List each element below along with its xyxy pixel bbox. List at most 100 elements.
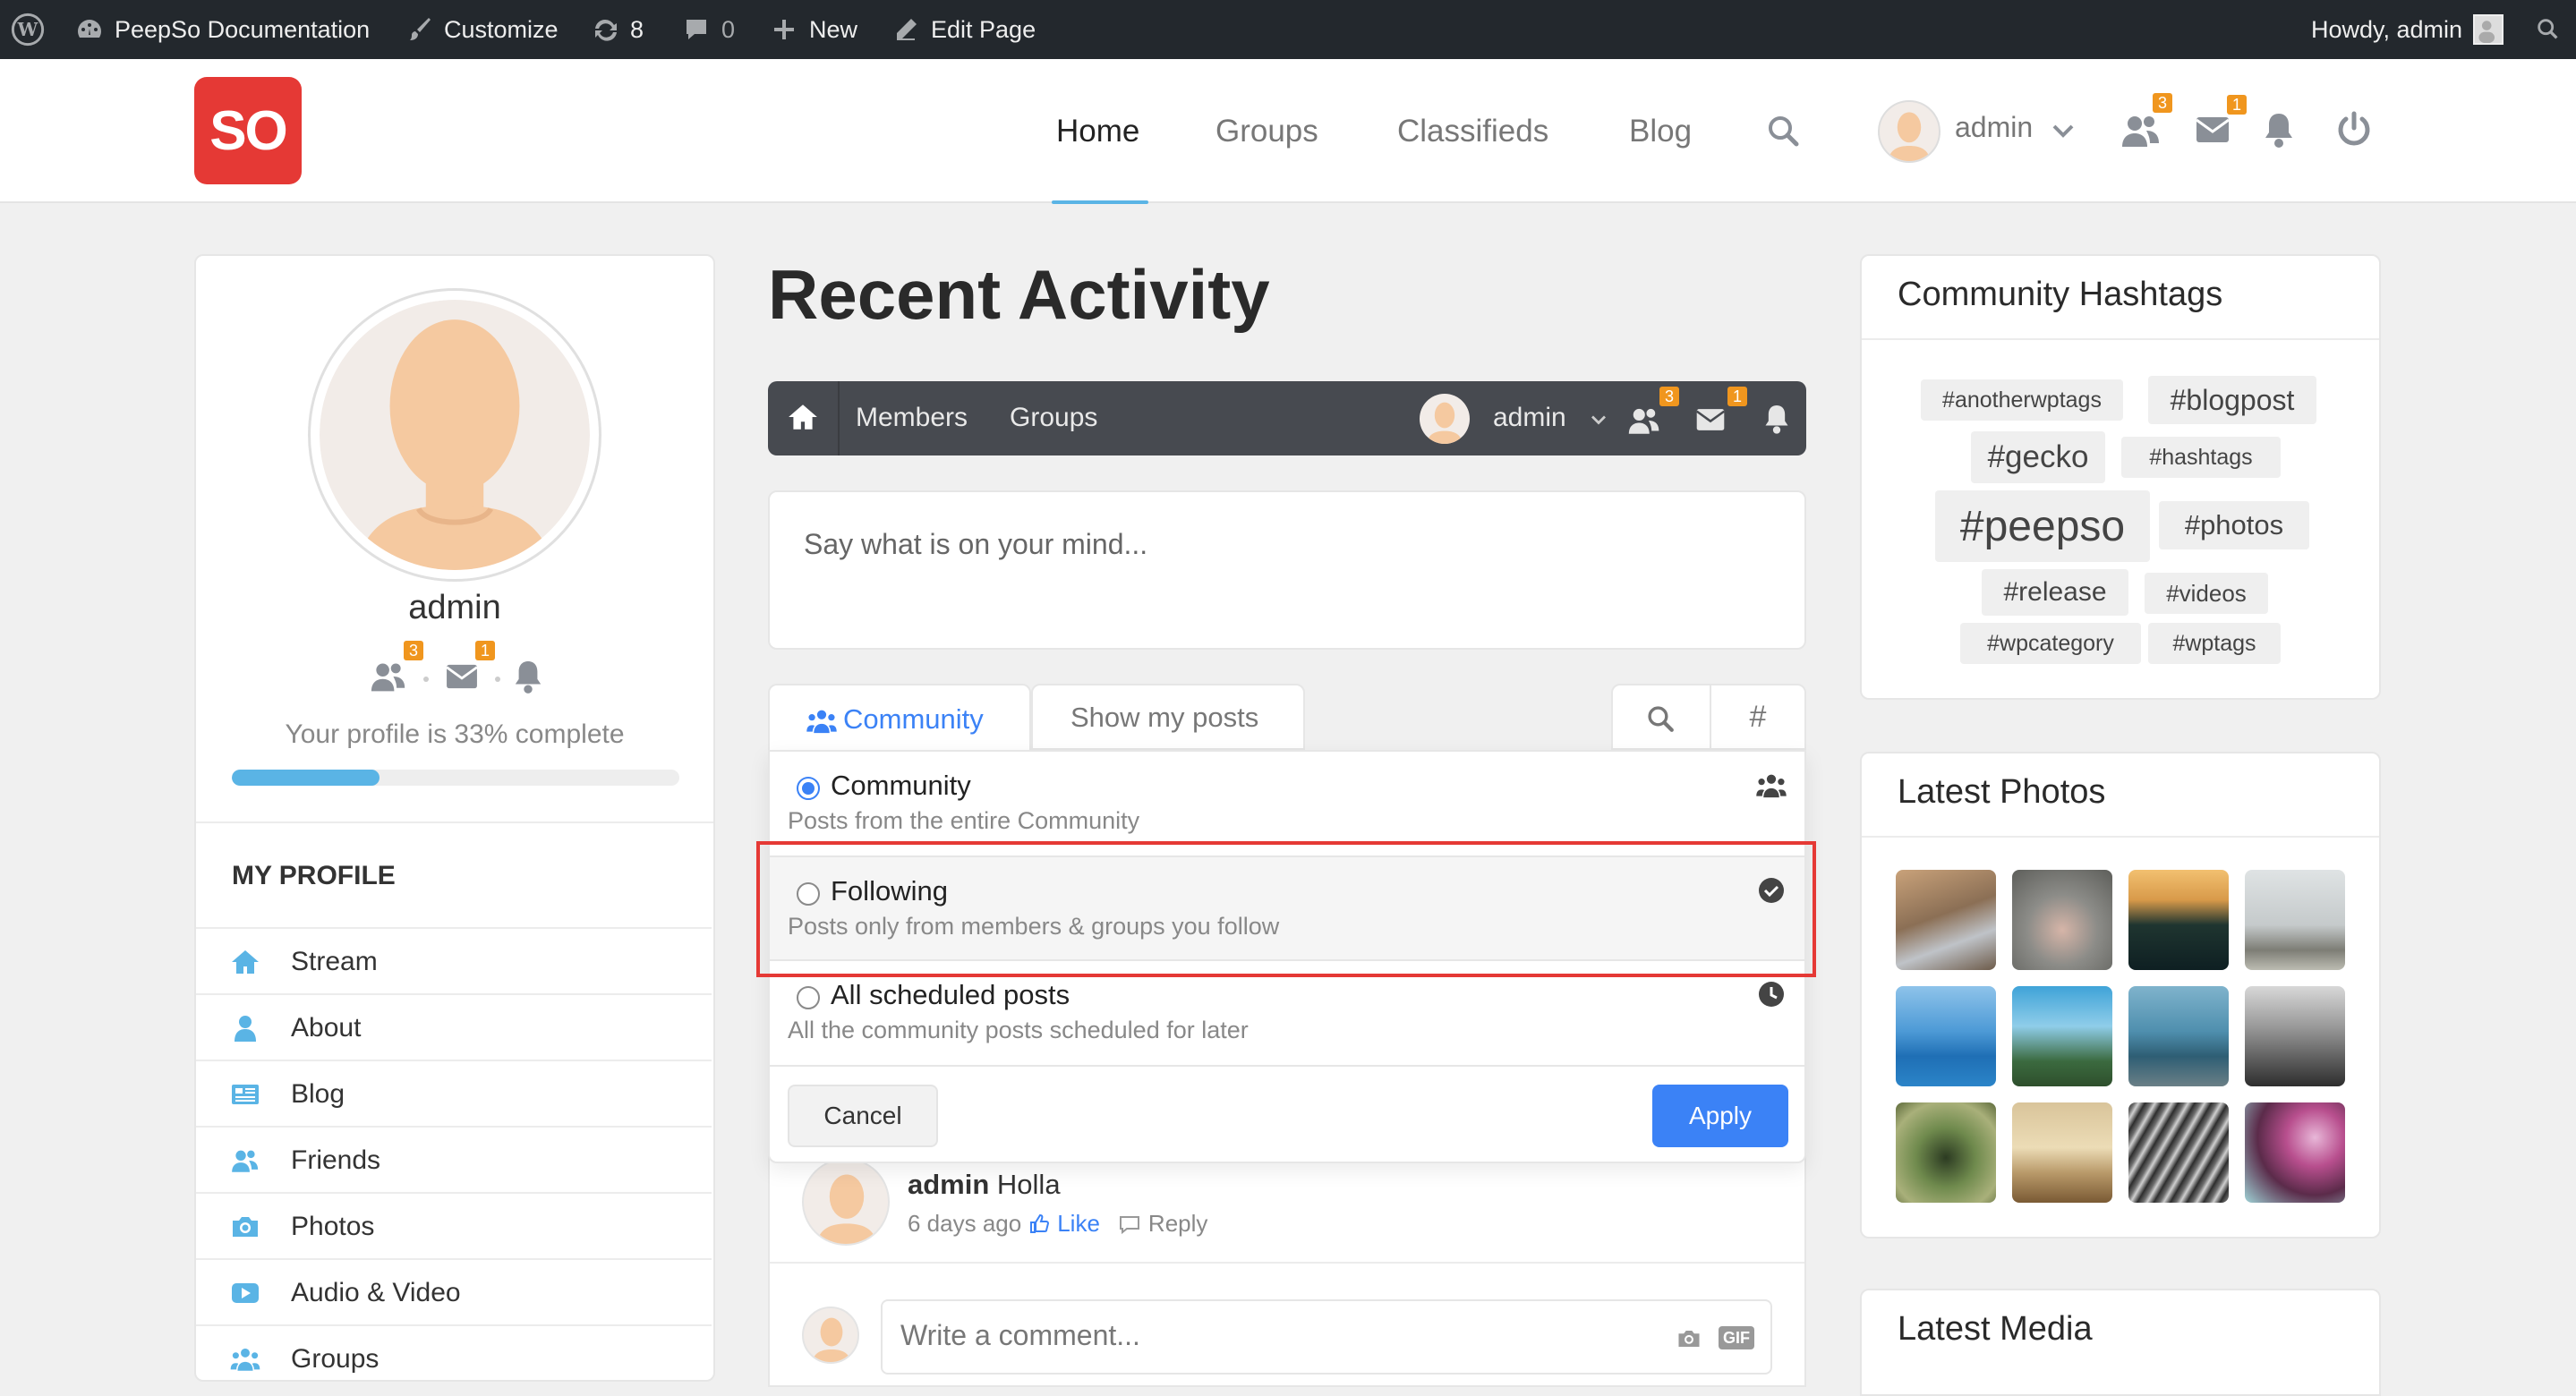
site-name: PeepSo Documentation [115, 15, 371, 43]
cancel-button[interactable]: Cancel [788, 1085, 938, 1147]
site-name-link[interactable]: PeepSo Documentation [75, 0, 370, 59]
radio-scheduled[interactable] [797, 986, 820, 1009]
profile-friends-badge: 3 [404, 641, 423, 660]
gif-button[interactable]: GIF [1719, 1326, 1754, 1349]
search-icon[interactable] [1765, 113, 1801, 149]
divider [1862, 836, 2379, 838]
option-description: All the community posts scheduled for la… [788, 1017, 1249, 1043]
friends-icon[interactable] [368, 659, 409, 694]
filter-tab-community[interactable]: Community [768, 684, 1031, 755]
like-link[interactable]: Like [1057, 1210, 1100, 1238]
nav-home[interactable]: Home [1056, 59, 1139, 203]
filter-option-community[interactable]: Community Posts from the entire Communit… [770, 752, 1804, 855]
updates-link[interactable]: 8 [591, 0, 644, 59]
apply-button[interactable]: Apply [1652, 1085, 1788, 1147]
friends-icon[interactable] [1625, 404, 1663, 437]
comment-time[interactable]: 6 days ago [908, 1210, 1021, 1238]
reply-link[interactable]: Reply [1148, 1210, 1207, 1238]
hashtag-link[interactable]: #wptags [2148, 623, 2281, 664]
photo-thumbnail[interactable] [2128, 870, 2229, 970]
search-icon[interactable] [2535, 0, 2562, 59]
photo-thumbnail[interactable] [2245, 1102, 2345, 1203]
active-nav-indicator [1052, 200, 1148, 204]
hashtag-link[interactable]: #videos [2145, 573, 2268, 614]
toolbar-avatar[interactable] [1420, 394, 1470, 444]
friends-icon[interactable] [2120, 111, 2162, 150]
nav-groups[interactable]: Groups [1215, 59, 1318, 203]
photo-thumbnail[interactable] [1896, 1102, 1996, 1203]
divider [196, 821, 713, 823]
filter-hashtag-button[interactable]: # [1710, 684, 1806, 750]
hashtag-link[interactable]: #release [1982, 569, 2128, 616]
header-avatar[interactable] [1878, 100, 1941, 163]
comment-author-avatar[interactable] [802, 1158, 890, 1246]
howdy-menu[interactable]: Howdy, admin [2311, 0, 2504, 59]
toolbar-groups-link[interactable]: Groups [1010, 403, 1097, 433]
photo-thumbnail[interactable] [2245, 986, 2345, 1086]
comments-link[interactable]: 0 [682, 0, 735, 59]
hashtag-link[interactable]: #gecko [1971, 431, 2105, 483]
new-content-link[interactable]: New [770, 0, 857, 59]
wordpress-logo-icon[interactable]: W [11, 0, 45, 59]
home-icon[interactable] [786, 401, 820, 433]
bell-icon[interactable] [2263, 111, 2295, 149]
camera-icon[interactable] [1674, 1326, 1704, 1351]
photo-thumbnail[interactable] [1896, 986, 1996, 1086]
hashtag-link[interactable]: #peepso [1935, 490, 2150, 562]
menu-item-photos[interactable]: Photos [196, 1192, 712, 1260]
chevron-down-icon[interactable] [2051, 122, 2075, 140]
howdy-text: Howdy, admin [2311, 15, 2463, 43]
nav-blog[interactable]: Blog [1629, 59, 1692, 203]
photo-thumbnail[interactable] [2012, 1102, 2112, 1203]
menu-item-audio-video[interactable]: Audio & Video [196, 1258, 712, 1326]
comment-author[interactable]: admin [908, 1169, 989, 1200]
hashtag-link[interactable]: #photos [2159, 501, 2309, 549]
menu-item-blog[interactable]: Blog [196, 1060, 712, 1128]
envelope-icon[interactable] [1695, 406, 1726, 433]
groups-icon [1756, 774, 1787, 798]
postbox[interactable]: Say what is on your mind... [768, 490, 1806, 650]
photo-thumbnail[interactable] [2012, 870, 2112, 970]
toolbar-members-link[interactable]: Members [856, 403, 968, 433]
menu-item-groups[interactable]: Groups [196, 1324, 712, 1392]
photo-thumbnail[interactable] [2245, 870, 2345, 970]
menu-item-label: About [291, 1013, 362, 1043]
customize-link[interactable]: Customize [405, 0, 559, 59]
profile-avatar[interactable] [308, 288, 601, 582]
comment-input[interactable]: Write a comment... GIF [881, 1299, 1772, 1375]
menu-item-label: Photos [291, 1212, 375, 1241]
envelope-icon[interactable] [445, 662, 479, 691]
power-icon[interactable] [2336, 111, 2372, 149]
profile-name[interactable]: admin [196, 589, 713, 627]
photo-thumbnail[interactable] [2012, 986, 2112, 1086]
plus-icon [774, 20, 794, 39]
photo-thumbnail[interactable] [2128, 986, 2229, 1086]
bell-icon[interactable] [513, 659, 543, 694]
hashtag-link[interactable]: #anotherwptags [1921, 379, 2123, 421]
menu-item-stream[interactable]: Stream [196, 927, 712, 995]
radio-community[interactable] [797, 777, 820, 800]
toolbar-user-name[interactable]: admin [1493, 403, 1566, 433]
photo-thumbnail[interactable] [1896, 870, 1996, 970]
header-user-name[interactable]: admin [1955, 111, 2033, 144]
hashtag-link[interactable]: #hashtags [2121, 437, 2281, 478]
envelope-icon[interactable] [2195, 115, 2231, 145]
user-icon [235, 1016, 256, 1042]
chevron-down-icon[interactable] [1590, 413, 1608, 426]
hashtags-title: Community Hashtags [1898, 276, 2223, 313]
hashtag-link[interactable]: #blogpost [2148, 376, 2316, 424]
filter-tab-show-my-posts[interactable]: Show my posts [1031, 684, 1305, 750]
divider [770, 1262, 1804, 1264]
filter-search-button[interactable] [1611, 684, 1711, 750]
bell-icon[interactable] [1763, 403, 1790, 435]
hashtag-link[interactable]: #wpcategory [1960, 623, 2141, 664]
nav-classifieds[interactable]: Classifieds [1397, 59, 1548, 203]
menu-item-friends[interactable]: Friends [196, 1126, 712, 1194]
menu-item-about[interactable]: About [196, 993, 712, 1061]
photo-thumbnail[interactable] [2128, 1102, 2229, 1203]
groups-icon [230, 1348, 260, 1371]
clock-icon [1759, 982, 1784, 1007]
site-logo[interactable]: SO [194, 77, 302, 184]
edit-page-link[interactable]: Edit Page [891, 0, 1036, 59]
option-title: All scheduled posts [831, 979, 1070, 1010]
